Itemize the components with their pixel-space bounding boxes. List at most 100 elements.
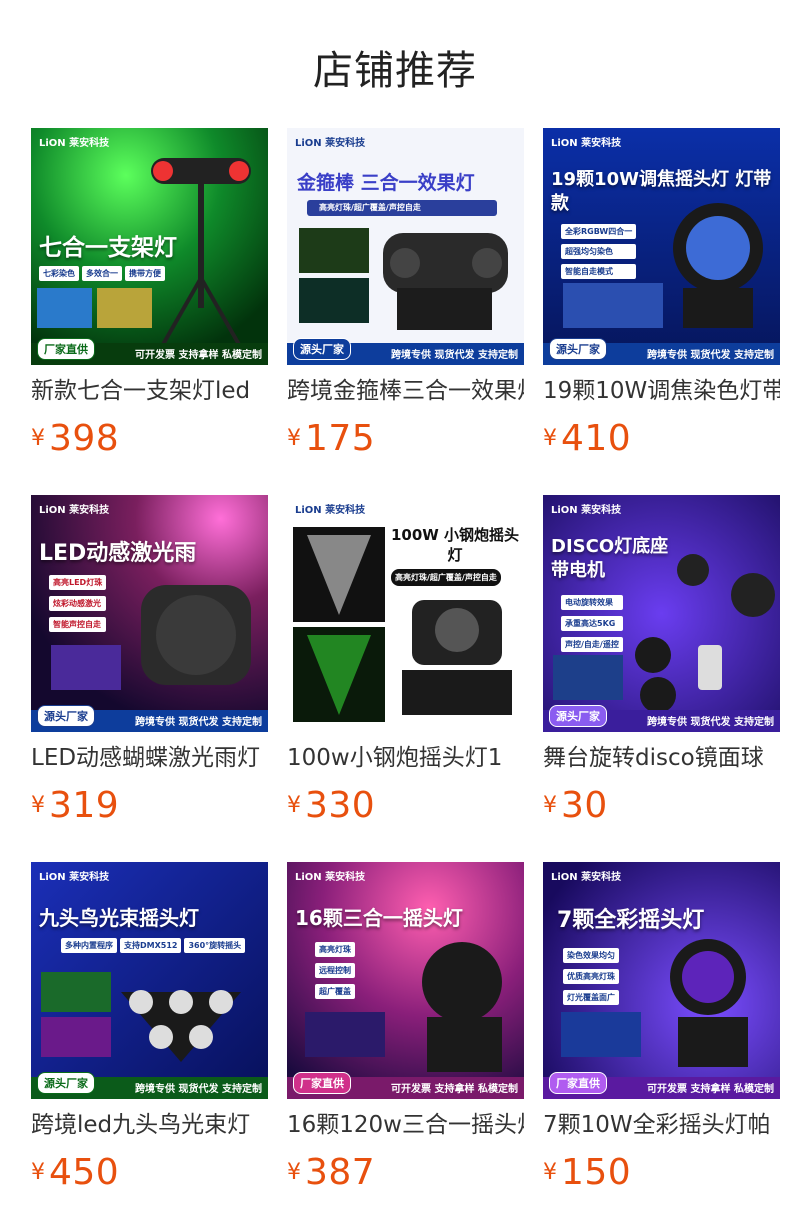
image-slogan: 跨境专供 现货代发 支持定制 — [391, 350, 518, 361]
currency-symbol: ¥ — [287, 426, 301, 451]
product-card[interactable]: LiON 莱安科技 DISCO灯底座 带电机 电动旋转效果 承重高达5KG 声控… — [543, 495, 780, 826]
price-value: 319 — [49, 785, 120, 826]
currency-symbol: ¥ — [287, 793, 301, 818]
feature-pill: 优质高亮灯珠 — [563, 969, 619, 984]
image-slogan: 跨境专供 现货代发 支持定制 — [135, 717, 262, 728]
feature-pill: 多种内置程序 — [61, 938, 117, 953]
product-card[interactable]: LiON 莱安科技 金箍棒 三合一效果灯 高亮灯珠/超广覆盖/声控自走 源头厂家… — [287, 128, 524, 459]
currency-symbol: ¥ — [543, 426, 557, 451]
currency-symbol: ¥ — [31, 793, 45, 818]
product-name[interactable]: 16颗120w三合一摇头灯 — [287, 1110, 524, 1140]
product-name[interactable]: 7颗10W全彩摇头灯帕 — [543, 1110, 780, 1140]
product-price: ¥398 — [31, 418, 119, 459]
image-badge: 厂家直供 — [293, 1072, 351, 1094]
product-card[interactable]: LiON 莱安科技 7颗全彩摇头灯 染色效果均匀 优质高亮灯珠 灯光覆盖面广 厂… — [543, 862, 780, 1193]
product-card[interactable]: LiON 莱安科技 九头鸟光束摇头灯 多种内置程序 支持DMX512 360°旋… — [31, 862, 268, 1193]
brand-logo: LiON 莱安科技 — [295, 505, 366, 516]
brand-logo: LiON 莱安科技 — [551, 505, 622, 516]
currency-symbol: ¥ — [287, 1160, 301, 1185]
image-badge: 厂家直供 — [549, 1072, 607, 1094]
feature-pill: 远程控制 — [315, 963, 355, 978]
product-price: ¥330 — [287, 785, 375, 826]
feature-pill: 智能声控自走 — [49, 617, 107, 632]
image-badge: 源头厂家 — [549, 705, 607, 727]
feature-pill: 高亮灯珠/超广覆盖/声控自走 — [319, 203, 421, 212]
product-card[interactable]: LiON 莱安科技 七合一支架灯 七彩染色 多效合一 携带方便 厂家直供 可开发… — [31, 128, 268, 459]
product-image[interactable]: LiON 莱安科技 100W 小钢炮摇头灯 高亮灯珠/超广覆盖/声控自走 — [287, 495, 524, 732]
product-name[interactable]: 跨境led九头鸟光束灯 — [31, 1110, 268, 1140]
product-price: ¥150 — [543, 1152, 631, 1193]
page-title: 店铺推荐 — [313, 48, 477, 94]
image-headline: DISCO灯底座 带电机 — [551, 536, 669, 581]
image-slogan: 跨境专供 现货代发 支持定制 — [647, 717, 774, 728]
price-value: 175 — [305, 418, 376, 459]
feature-pill: 全彩RGBW四合一 — [561, 224, 637, 239]
feature-pill: 电动旋转效果 — [561, 595, 623, 610]
product-image[interactable]: LiON 莱安科技 DISCO灯底座 带电机 电动旋转效果 承重高达5KG 声控… — [543, 495, 780, 732]
product-card[interactable]: LiON 莱安科技 19颗10W调焦摇头灯 灯带款 全彩RGBW四合一 超强均匀… — [543, 128, 780, 459]
price-value: 410 — [561, 418, 632, 459]
feature-pill: 多效合一 — [82, 266, 122, 281]
product-card[interactable]: LiON 莱安科技 100W 小钢炮摇头灯 高亮灯珠/超广覆盖/声控自走 100… — [287, 495, 524, 826]
product-name[interactable]: LED动感蝴蝶激光雨灯 — [31, 743, 268, 773]
product-name[interactable]: 舞台旋转disco镜面球 — [543, 743, 780, 773]
currency-symbol: ¥ — [543, 1160, 557, 1185]
product-name[interactable]: 100w小钢炮摇头灯1 — [287, 743, 524, 773]
product-image[interactable]: LiON 莱安科技 16颗三合一摇头灯 高亮灯珠 远程控制 超广覆盖 厂家直供 … — [287, 862, 524, 1099]
image-headline: 七合一支架灯 — [39, 235, 177, 261]
brand-logo: LiON 莱安科技 — [551, 138, 622, 149]
image-headline: 100W 小钢炮摇头灯 — [390, 526, 520, 564]
product-image[interactable]: LiON 莱安科技 LED动感激光雨 高亮LED灯珠 炫彩动感激光 智能声控自走… — [31, 495, 268, 732]
price-value: 330 — [305, 785, 376, 826]
product-name[interactable]: 跨境金箍棒三合一效果灯 — [287, 376, 524, 406]
brand-logo: LiON 莱安科技 — [551, 872, 622, 883]
product-image[interactable]: LiON 莱安科技 九头鸟光束摇头灯 多种内置程序 支持DMX512 360°旋… — [31, 862, 268, 1099]
image-slogan: 可开发票 支持拿样 私模定制 — [647, 1084, 774, 1095]
product-name[interactable]: 新款七合一支架灯led — [31, 376, 268, 406]
feature-pill: 超强均匀染色 — [561, 244, 637, 259]
feature-pill: 携带方便 — [125, 266, 165, 281]
brand-logo: LiON 莱安科技 — [39, 872, 110, 883]
product-price: ¥410 — [543, 418, 631, 459]
image-headline: 7颗全彩摇头灯 — [557, 908, 705, 933]
price-value: 150 — [561, 1152, 632, 1193]
feature-pill: 360°旋转摇头 — [184, 938, 246, 953]
product-price: ¥387 — [287, 1152, 375, 1193]
image-slogan: 可开发票 支持拿样 私模定制 — [135, 350, 262, 361]
product-price: ¥450 — [31, 1152, 119, 1193]
image-slogan: 跨境专供 现货代发 支持定制 — [135, 1084, 262, 1095]
brand-logo: LiON 莱安科技 — [39, 505, 110, 516]
price-value: 450 — [49, 1152, 120, 1193]
image-headline: 19颗10W调焦摇头灯 灯带款 — [551, 169, 772, 214]
feature-pill: 七彩染色 — [39, 266, 79, 281]
image-badge: 源头厂家 — [37, 705, 95, 727]
image-badge: 厂家直供 — [37, 338, 95, 360]
image-headline: 金箍棒 三合一效果灯 — [297, 172, 475, 194]
feature-pill: 支持DMX512 — [120, 938, 182, 953]
feature-pill: 高亮灯珠/超广覆盖/声控自走 — [391, 569, 501, 586]
image-headline: 16颗三合一摇头灯 — [295, 906, 463, 930]
feature-pill: 染色效果均匀 — [563, 948, 619, 963]
feature-pill: 高亮灯珠 — [315, 942, 355, 957]
product-card[interactable]: LiON 莱安科技 16颗三合一摇头灯 高亮灯珠 远程控制 超广覆盖 厂家直供 … — [287, 862, 524, 1193]
product-image[interactable]: LiON 莱安科技 7颗全彩摇头灯 染色效果均匀 优质高亮灯珠 灯光覆盖面广 厂… — [543, 862, 780, 1099]
price-value: 387 — [305, 1152, 376, 1193]
image-badge: 源头厂家 — [293, 338, 351, 360]
feature-pill: 声控/自走/遥控 — [561, 637, 623, 652]
image-headline: LED动感激光雨 — [39, 541, 197, 566]
feature-pill: 灯光覆盖面广 — [563, 990, 619, 1005]
product-price: ¥30 — [543, 785, 608, 826]
product-card[interactable]: LiON 莱安科技 LED动感激光雨 高亮LED灯珠 炫彩动感激光 智能声控自走… — [31, 495, 268, 826]
product-image[interactable]: LiON 莱安科技 七合一支架灯 七彩染色 多效合一 携带方便 厂家直供 可开发… — [31, 128, 268, 365]
product-name[interactable]: 19颗10W调焦染色灯带款 — [543, 376, 780, 406]
price-value: 398 — [49, 418, 120, 459]
feature-pill: 智能自走模式 — [561, 264, 637, 279]
image-badge: 源头厂家 — [37, 1072, 95, 1094]
currency-symbol: ¥ — [543, 793, 557, 818]
product-image[interactable]: LiON 莱安科技 金箍棒 三合一效果灯 高亮灯珠/超广覆盖/声控自走 源头厂家… — [287, 128, 524, 365]
feature-pill: 超广覆盖 — [315, 984, 355, 999]
brand-logo: LiON 莱安科技 — [295, 872, 366, 883]
brand-logo: LiON 莱安科技 — [39, 138, 110, 149]
product-image[interactable]: LiON 莱安科技 19颗10W调焦摇头灯 灯带款 全彩RGBW四合一 超强均匀… — [543, 128, 780, 365]
feature-pill: 炫彩动感激光 — [49, 596, 107, 611]
